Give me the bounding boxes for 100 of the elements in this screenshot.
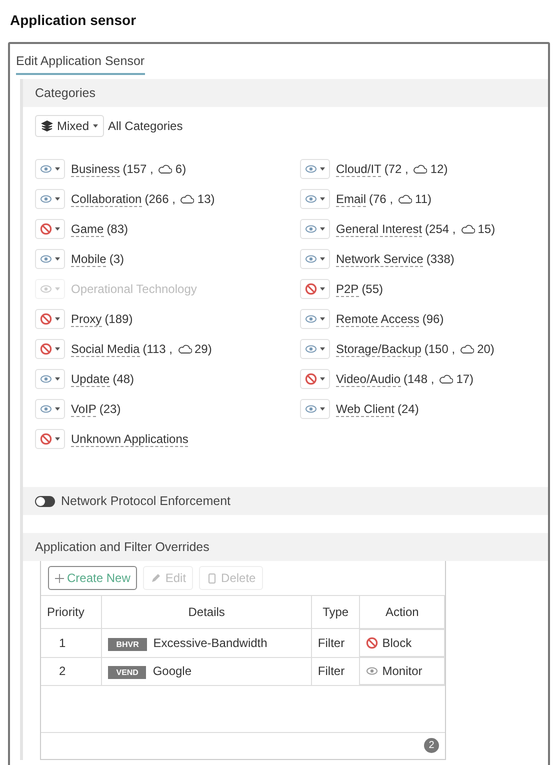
category-link[interactable]: Mobile bbox=[71, 252, 106, 266]
caret-icon bbox=[55, 197, 60, 201]
edit-tab[interactable]: Edit Application Sensor bbox=[16, 50, 145, 75]
category-link[interactable]: Video/Audio bbox=[336, 372, 400, 386]
app-count: (72 , bbox=[384, 162, 408, 176]
category-link[interactable]: General Interest bbox=[336, 222, 422, 236]
category-link[interactable]: Business bbox=[71, 162, 120, 176]
caret-icon bbox=[320, 257, 325, 261]
eye-icon bbox=[40, 373, 52, 385]
eye-icon bbox=[305, 313, 317, 325]
app-count: (76 , bbox=[369, 192, 394, 206]
action-dropdown[interactable] bbox=[35, 429, 65, 449]
caret-icon bbox=[320, 287, 325, 291]
caret-icon bbox=[55, 347, 60, 351]
trash-icon bbox=[206, 572, 218, 584]
category-link[interactable]: Email bbox=[336, 192, 366, 206]
mixed-dropdown[interactable]: Mixed bbox=[35, 115, 104, 137]
column-header: Priority bbox=[41, 596, 102, 628]
category-link[interactable]: VoIP bbox=[71, 402, 96, 416]
tag-badge: VEND bbox=[108, 666, 146, 680]
app-count: (189) bbox=[104, 312, 133, 326]
eye-icon bbox=[40, 193, 52, 205]
caret-icon bbox=[320, 347, 325, 351]
cloud-icon bbox=[439, 374, 454, 384]
block-icon bbox=[40, 223, 52, 235]
caret-icon bbox=[320, 167, 325, 171]
action-dropdown[interactable] bbox=[300, 249, 330, 269]
category-link[interactable]: Social Media bbox=[71, 342, 140, 356]
block-icon bbox=[366, 637, 378, 649]
app-count: (148 , bbox=[404, 372, 434, 386]
eye-icon bbox=[40, 253, 52, 265]
action-dropdown[interactable] bbox=[35, 219, 65, 239]
action-dropdown[interactable] bbox=[35, 309, 65, 329]
category-link[interactable]: Proxy bbox=[71, 312, 102, 326]
app-count: (55) bbox=[362, 282, 384, 296]
eye-icon bbox=[305, 163, 317, 175]
app-count: (150 , bbox=[424, 342, 456, 356]
block-icon bbox=[305, 373, 317, 385]
category-link[interactable]: Unknown Applications bbox=[71, 432, 188, 446]
cloud-icon bbox=[460, 344, 474, 354]
table-cell: 1 bbox=[59, 636, 66, 650]
block-icon bbox=[40, 343, 52, 355]
caret-icon bbox=[55, 377, 60, 381]
action-dropdown[interactable] bbox=[35, 399, 65, 419]
cloud-app-count: 29) bbox=[194, 342, 212, 356]
layers-icon bbox=[41, 120, 53, 132]
action-dropdown[interactable] bbox=[300, 189, 330, 209]
action-dropdown[interactable] bbox=[300, 279, 330, 299]
app-count: (113 , bbox=[142, 342, 172, 356]
caret-icon bbox=[55, 287, 60, 291]
action-dropdown[interactable] bbox=[300, 309, 330, 329]
eye-icon bbox=[305, 193, 317, 205]
app-count: (83) bbox=[106, 222, 128, 236]
cloud-app-count: 6) bbox=[175, 162, 186, 176]
category-link[interactable]: Game bbox=[71, 222, 104, 236]
action-dropdown[interactable] bbox=[35, 369, 65, 389]
category-link[interactable]: Remote Access bbox=[336, 312, 420, 326]
category-link[interactable]: Collaboration bbox=[71, 192, 142, 206]
category-link[interactable]: Update bbox=[71, 372, 110, 386]
app-count: (338) bbox=[426, 252, 454, 266]
column-header: Details bbox=[102, 596, 312, 628]
action-dropdown[interactable] bbox=[300, 339, 330, 359]
app-count: (3) bbox=[109, 252, 124, 266]
table-cell: Filter bbox=[318, 664, 345, 678]
action-dropdown[interactable] bbox=[300, 369, 330, 389]
block-icon bbox=[305, 283, 317, 295]
cloud-icon bbox=[180, 194, 194, 204]
cloud-app-count: 17) bbox=[456, 372, 474, 386]
eye-icon bbox=[40, 283, 52, 295]
cloud-app-count: 11) bbox=[415, 192, 432, 206]
caret-icon bbox=[55, 167, 60, 171]
table-cell: Google bbox=[152, 664, 192, 678]
app-count: (48) bbox=[112, 372, 134, 386]
caret-icon bbox=[320, 317, 325, 321]
toggle-switch[interactable] bbox=[35, 496, 55, 506]
action-dropdown[interactable] bbox=[300, 159, 330, 179]
action-dropdown[interactable] bbox=[300, 219, 330, 239]
pencil-icon bbox=[150, 572, 162, 584]
action-dropdown[interactable] bbox=[35, 249, 65, 269]
category-link[interactable]: Cloud/IT bbox=[336, 162, 382, 176]
eye-icon bbox=[305, 253, 317, 265]
caret-icon bbox=[55, 407, 60, 411]
caret-icon bbox=[320, 407, 325, 411]
action-dropdown[interactable] bbox=[300, 399, 330, 419]
category-link[interactable]: Network Service bbox=[336, 252, 424, 266]
cloud-icon bbox=[460, 224, 475, 234]
category-link[interactable]: Storage/Backup bbox=[336, 342, 422, 356]
app-count: (23) bbox=[99, 402, 121, 416]
caret-icon bbox=[320, 197, 325, 201]
action-dropdown[interactable] bbox=[35, 339, 65, 359]
caret-icon bbox=[320, 377, 325, 381]
action-dropdown[interactable] bbox=[35, 189, 65, 209]
caret-icon bbox=[55, 437, 60, 441]
category-link[interactable]: Web Client bbox=[336, 402, 394, 416]
action-dropdown[interactable] bbox=[35, 159, 65, 179]
caret-icon bbox=[55, 257, 60, 261]
count-badge: 2 bbox=[424, 738, 439, 753]
app-count: (266 , bbox=[144, 192, 176, 206]
caret-icon bbox=[320, 227, 325, 231]
category-link[interactable]: P2P bbox=[336, 282, 359, 296]
